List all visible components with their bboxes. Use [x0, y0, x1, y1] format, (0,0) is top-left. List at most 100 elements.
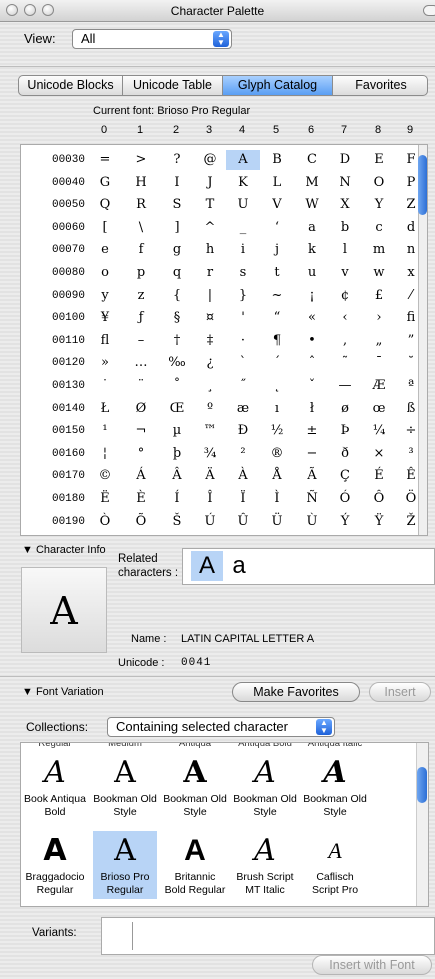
glyph-cell[interactable]: Û	[226, 512, 260, 532]
glyph-cell[interactable]: Ç	[328, 466, 362, 486]
glyph-cell[interactable]: ¯	[362, 353, 396, 373]
glyph-cell[interactable]: –	[124, 331, 158, 351]
glyph-cell[interactable]: I	[160, 173, 194, 193]
font-variant-cell[interactable]: A Bookman Old Style	[93, 753, 157, 821]
glyph-cell[interactable]: ·	[226, 331, 260, 351]
glyph-cell[interactable]: l	[328, 240, 362, 260]
glyph-cell[interactable]: ±	[295, 421, 329, 441]
glyph-cell[interactable]: Ü	[260, 512, 294, 532]
glyph-cell[interactable]: ¦	[88, 444, 122, 464]
glyph-cell[interactable]: ˙	[88, 376, 122, 396]
tab-glyph-catalog[interactable]: Glyph Catalog	[223, 76, 333, 95]
related-char[interactable]: a	[223, 551, 255, 581]
glyph-cell[interactable]: Ú	[193, 512, 227, 532]
glyph-cell[interactable]: M	[295, 173, 329, 193]
glyph-cell[interactable]: ø	[328, 399, 362, 419]
glyph-cell[interactable]: V	[260, 195, 294, 215]
glyph-cell[interactable]: £	[362, 286, 396, 306]
glyph-cell[interactable]: =	[88, 150, 122, 170]
scrollbar-thumb[interactable]	[418, 155, 427, 215]
toolbar-toggle-button[interactable]	[423, 5, 435, 16]
glyph-cell[interactable]: b	[328, 218, 362, 238]
tab-favorites[interactable]: Favorites	[333, 76, 427, 95]
glyph-cell[interactable]: \	[124, 218, 158, 238]
glyph-cell[interactable]: q	[160, 263, 194, 283]
glyph-cell[interactable]: t	[260, 263, 294, 283]
glyph-cell[interactable]: ¡	[295, 286, 329, 306]
scrollbar-thumb[interactable]	[417, 767, 427, 803]
font-variant-cell[interactable]: A Britannic Bold Regular	[163, 831, 227, 899]
glyph-cell[interactable]: —	[328, 376, 362, 396]
glyph-cell[interactable]: D	[328, 150, 362, 170]
glyph-cell[interactable]: Õ	[124, 512, 158, 532]
glyph-cell[interactable]: ½	[260, 421, 294, 441]
glyph-cell[interactable]: °	[124, 444, 158, 464]
glyph-cell[interactable]: ~	[260, 286, 294, 306]
glyph-cell[interactable]: ¼	[362, 421, 396, 441]
glyph-cell[interactable]: Æ	[362, 376, 396, 396]
glyph-cell[interactable]: u	[295, 263, 329, 283]
glyph-cell[interactable]: [	[88, 218, 122, 238]
glyph-cell[interactable]: þ	[160, 444, 194, 464]
view-select[interactable]: All ▲ ▼	[72, 29, 232, 49]
glyph-cell[interactable]: k	[295, 240, 329, 260]
glyph-cell[interactable]: O	[362, 173, 396, 193]
glyph-cell[interactable]: Ð	[226, 421, 260, 441]
glyph-cell[interactable]: ²	[226, 444, 260, 464]
glyph-cell[interactable]: R	[124, 195, 158, 215]
glyph-cell[interactable]: h	[193, 240, 227, 260]
font-variation-header[interactable]: ▼ Font Variation	[22, 686, 104, 698]
related-char[interactable]: A	[191, 551, 223, 581]
glyph-cell[interactable]: ‹	[328, 308, 362, 328]
glyph-cell[interactable]: ¿	[193, 353, 227, 373]
glyph-cell[interactable]: Å	[260, 466, 294, 486]
glyph-cell[interactable]: ‘	[260, 218, 294, 238]
glyph-cell[interactable]: Ý	[328, 512, 362, 532]
glyph-cell[interactable]: †	[160, 331, 194, 351]
glyph-cell[interactable]: >	[124, 150, 158, 170]
glyph-cell[interactable]: J	[193, 173, 227, 193]
glyph-cell[interactable]: Ò	[88, 512, 122, 532]
glyph-cell[interactable]: z	[124, 286, 158, 306]
glyph-cell[interactable]: C	[295, 150, 329, 170]
variants-box[interactable]	[101, 917, 435, 955]
glyph-cell[interactable]: }	[226, 286, 260, 306]
glyph-cell[interactable]: Þ	[328, 421, 362, 441]
font-variant-cell[interactable]: A Caflisch Script Pro	[303, 831, 367, 899]
glyph-table-scrollbar[interactable]	[418, 145, 427, 535]
glyph-cell[interactable]: ﬂ	[88, 331, 122, 351]
insert-with-font-button[interactable]: Insert with Font	[312, 955, 432, 975]
title-bar[interactable]: Character Palette	[0, 0, 435, 22]
glyph-cell[interactable]: Ø	[124, 399, 158, 419]
glyph-cell[interactable]: ?	[160, 150, 194, 170]
glyph-cell[interactable]: ¶	[260, 331, 294, 351]
glyph-cell[interactable]: „	[362, 331, 396, 351]
character-info-header[interactable]: ▼ Character Info	[22, 544, 106, 556]
glyph-cell[interactable]: º	[193, 399, 227, 419]
glyph-cell[interactable]: E	[362, 150, 396, 170]
glyph-cell[interactable]: w	[362, 263, 396, 283]
glyph-cell[interactable]: Š	[160, 512, 194, 532]
glyph-cell[interactable]: ¹	[88, 421, 122, 441]
glyph-cell[interactable]: e	[88, 240, 122, 260]
glyph-cell[interactable]: ˇ	[295, 376, 329, 396]
glyph-cell[interactable]: ı	[260, 399, 294, 419]
glyph-cell[interactable]: ×	[362, 444, 396, 464]
glyph-cell[interactable]: v	[328, 263, 362, 283]
glyph-cell[interactable]: m	[362, 240, 396, 260]
glyph-cell[interactable]: æ	[226, 399, 260, 419]
glyph-cell[interactable]: W	[295, 195, 329, 215]
glyph-cell[interactable]: µ	[160, 421, 194, 441]
glyph-cell[interactable]: Y	[362, 195, 396, 215]
font-variant-cell[interactable]: A Brioso Pro Regular	[93, 831, 157, 899]
glyph-cell[interactable]: À	[226, 466, 260, 486]
glyph-cell[interactable]: Ñ	[295, 489, 329, 509]
glyph-cell[interactable]: A	[226, 150, 260, 170]
glyph-cell[interactable]: …	[124, 353, 158, 373]
glyph-cell[interactable]: ˆ	[295, 353, 329, 373]
insert-button[interactable]: Insert	[369, 682, 431, 702]
glyph-cell[interactable]: Œ	[160, 399, 194, 419]
glyph-cell[interactable]: ‡	[193, 331, 227, 351]
font-panel-scrollbar[interactable]	[416, 743, 428, 906]
glyph-cell[interactable]: p	[124, 263, 158, 283]
